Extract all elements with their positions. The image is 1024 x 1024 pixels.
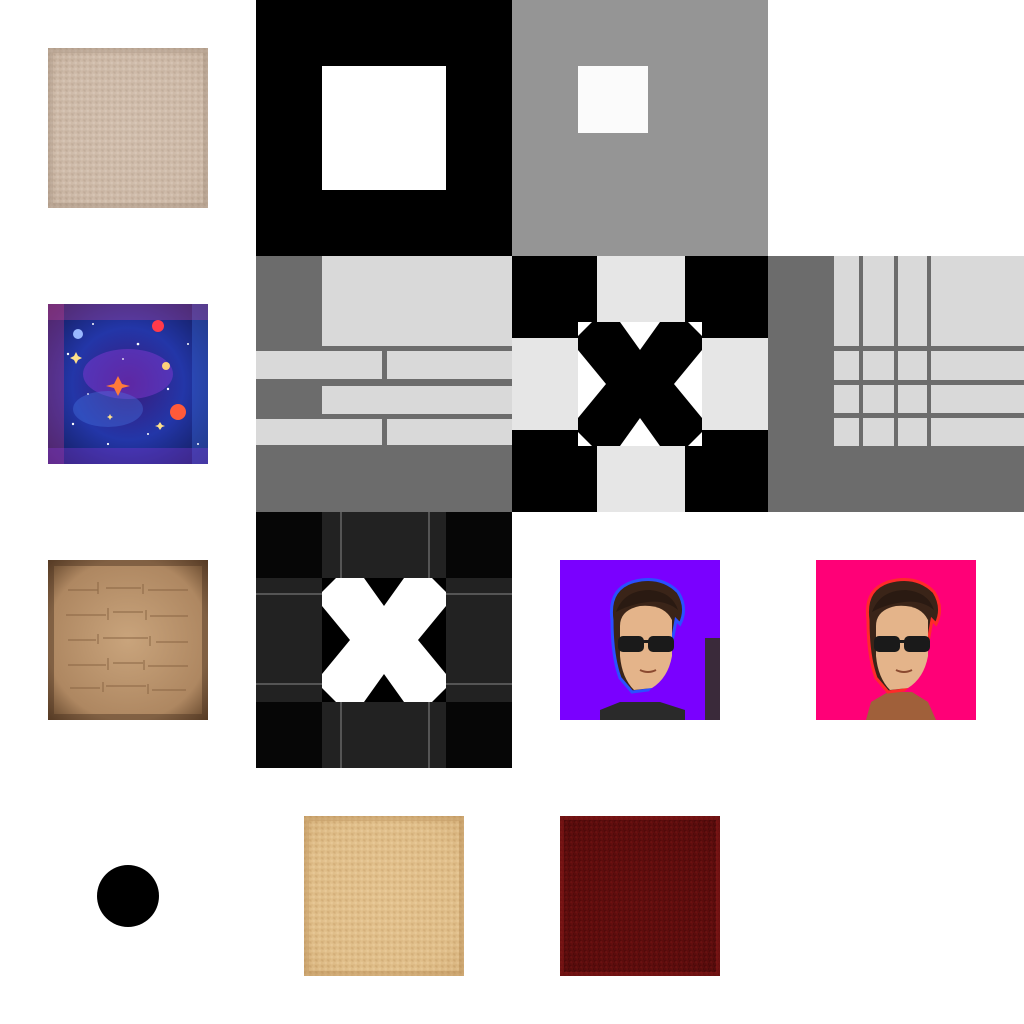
frame-gray-white (512, 0, 768, 256)
sand-texture-icon (304, 816, 464, 976)
cell-sand-texture (0, 0, 256, 256)
circle-icon (97, 865, 159, 927)
portrait-icon (816, 560, 976, 720)
gray-brick-panel-left (256, 256, 512, 512)
stone-texture-icon (48, 560, 208, 720)
white-square (578, 66, 648, 133)
panel-block (256, 351, 382, 379)
cell-stone-wall (0, 512, 256, 768)
nebula-texture-icon (48, 304, 208, 464)
cell-portrait-violet (512, 512, 768, 768)
grid-line (834, 380, 1024, 385)
sand-texture-icon (48, 48, 208, 208)
panel-block (256, 419, 382, 445)
grid-line (834, 346, 1024, 351)
cell-space-nebula (0, 256, 256, 512)
dark-x-panel (256, 512, 512, 768)
panel-block (387, 351, 512, 379)
portrait-icon (560, 560, 720, 720)
white-square (322, 66, 446, 190)
cell-black-dot (0, 768, 256, 1024)
cell-portrait-pink (768, 512, 1024, 768)
frame-black-white (256, 0, 512, 256)
x-icon (256, 512, 512, 768)
red-texture-icon (560, 816, 720, 976)
grid-line (834, 413, 1024, 418)
panel-block (387, 419, 512, 445)
x-icon (512, 256, 768, 512)
cell-sand-yellow (256, 768, 512, 1024)
cell-red-noise (512, 768, 768, 1024)
x-cross-panel (512, 256, 768, 512)
grid-panel-right (768, 256, 1024, 512)
panel-block (322, 256, 512, 346)
panel-block (322, 386, 512, 414)
